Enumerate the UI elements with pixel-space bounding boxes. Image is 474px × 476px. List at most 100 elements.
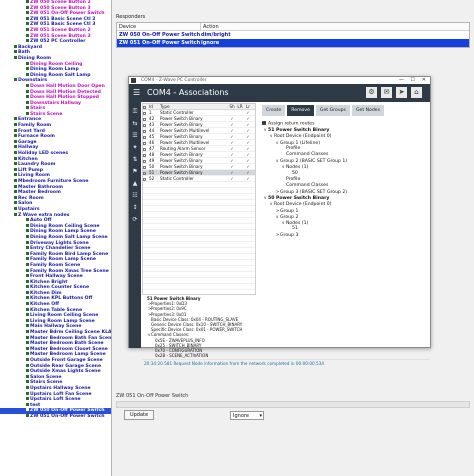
create-button[interactable]: Create [262,105,286,116]
zwave-controller-window[interactable]: COM4 - Z-Wave PC Controller — ☐ ✕ ☰ COM4… [128,76,431,366]
device-icon [26,346,29,350]
sidebar-nav-icon[interactable]: ⇅ [131,156,139,164]
tree-item-label: Kitchen [18,156,38,162]
tree-item-label: Down Hall Motion Detected [30,89,101,95]
device-icon [14,128,17,132]
responder-row-selected[interactable]: ZW 051 On-Off Power Switch ignore [117,39,469,47]
empty-cell [236,146,244,151]
device-icon [26,251,29,255]
minimize-icon[interactable]: — [399,77,404,84]
sidebar-nav-icon[interactable]: ✦ [131,144,139,152]
tree-item-label: Kitchen Off [30,302,59,308]
column-action[interactable]: Action [201,23,219,30]
empty-row [143,290,255,294]
tree-item-label: Dining Room Salt Lamp [30,72,91,78]
column-type[interactable]: Type [158,104,228,109]
tree-item-label: Master Bedroom Bath Scene [30,341,104,347]
empty-cell [236,140,244,145]
empty-cell [236,152,244,157]
remove-button[interactable]: Remove [287,105,314,116]
action-select[interactable]: Ignore ▾ [230,410,264,420]
device-icon [26,218,29,222]
column-lr[interactable]: LR [236,104,244,109]
node-type: Power Switch Binary [160,152,203,157]
window-titlebar[interactable]: COM4 - Z-Wave PC Controller — ☐ ✕ [129,77,430,84]
assign-return-routes-checkbox[interactable] [262,121,266,125]
device-icon [26,358,29,361]
update-button[interactable]: Update [124,410,154,420]
check-icon: ✓ [246,170,250,175]
association-text: Group 1 [280,208,299,214]
tree-item-label: Main Hallway Scene [30,324,82,330]
tree-item-label: ZW 050 Scene Button 3 [30,5,91,11]
responder-row[interactable]: ZW 050 On-Off Power Switch dim/bright [117,31,469,39]
node-info-tree[interactable]: 51 Power Switch Binary >Properties1: 0xD3… [142,296,256,358]
sidebar-nav-icon[interactable]: ▲ [131,180,139,188]
responders-table: Device Action ZW 050 On-Off Power Switch… [116,22,470,48]
tree-item-label: Master Bedroom Bath Fan Scene [30,335,112,341]
detail-bar [116,401,470,408]
check-icon: ✓ [246,164,250,169]
check-icon: ✓ [246,152,250,157]
tree-item-label: Entry Chandelier Scene [30,246,91,252]
tree-item-label: Backyard [18,44,43,50]
get-nodes-button[interactable]: Get Nodes [351,105,384,116]
device-icon [26,363,29,367]
get-groups-button[interactable]: Get Groups [315,105,350,116]
tree-item-label: test [30,402,41,408]
device-icon [26,22,29,26]
chevron-down-icon: ▾ [259,412,262,419]
column-device[interactable]: Device [117,23,201,30]
association-text: Profile [286,145,301,151]
association-text: 50 [292,170,298,176]
device-icon [26,335,29,339]
association-tree[interactable]: Assign return routes v 51 Power Switch Bi… [262,121,428,299]
association-item[interactable]: >Group 3 [262,232,428,238]
tree-item[interactable]: ZW 051 On-Off Power Switch [0,413,111,420]
sidebar-nav-icon[interactable]: ⚑ [131,168,139,176]
node-rows: 1 Static Controller ✓ 42 Power Switch Binary… [143,110,255,294]
column-sh[interactable]: Sh [228,104,236,109]
node-info-item[interactable]: 0x2B - SCENE_ACTIVATION [142,353,256,358]
node-type: Power Switch Multilevel [160,128,210,133]
sidebar-nav-icon[interactable]: ☰ [131,132,139,140]
mail-icon[interactable]: ✉ [381,87,392,98]
status-log: 20:34:20.581 Request Node information fr… [142,359,430,366]
tree-item-label: Entrance [18,117,42,123]
sidebar-nav-icon[interactable]: ☷ [131,192,139,200]
sidebar-nav-icon[interactable]: ↕ [131,204,139,212]
column-id[interactable]: Id [148,104,158,109]
device-icon [26,262,29,266]
node-info-text: 0x2B - SCENE_ACTIVATION [155,353,209,358]
sidebar-nav-icon[interactable]: ⚿ [131,108,139,116]
device-icon [14,134,17,138]
device-icon [26,330,29,334]
sidebar-nav-icon[interactable]: ⇆ [131,120,139,128]
device-icon [26,290,29,294]
sidebar-nav-icon[interactable]: ⟳ [131,216,139,224]
tree-item-label: Kitchen Bright [30,279,68,285]
tree-item-label: Master Bedroom Lamp Scene [30,352,106,358]
device-icon [26,318,29,322]
node-list[interactable]: Id Type Sh LR Lr 1 Static Controller ✓ 42 Po… [142,103,256,295]
menu-icon[interactable]: ☰ [133,88,141,97]
tree-item-label: Master Bedroom [18,190,61,196]
node-type: Power Switch Binary [160,116,203,121]
check-icon: ✓ [246,110,250,115]
check-icon: ✓ [230,122,234,127]
settings-icon[interactable]: ⚙ [366,87,377,98]
node-id: 52 [149,176,155,181]
tree-item-label: Dining Room Ceiling Scene [30,223,100,229]
close-icon[interactable]: ✕ [422,77,426,84]
send-icon[interactable]: ➤ [396,87,407,98]
device-icon [26,0,29,3]
check-icon: ✓ [246,176,250,181]
node-id: 45 [149,134,155,139]
device-icon [26,95,29,99]
device-tree[interactable]: ZW 050 Scene Button 2 ZW 050 Scene Button… [0,0,112,476]
home-icon[interactable]: ⌂ [411,87,422,98]
column-lr2[interactable]: Lr [244,104,252,109]
association-rows: v 51 Power Switch Binary v Root Device (End… [262,127,428,238]
node-type: Power Switch Binary [160,122,203,127]
maximize-icon[interactable]: ☐ [411,77,415,84]
